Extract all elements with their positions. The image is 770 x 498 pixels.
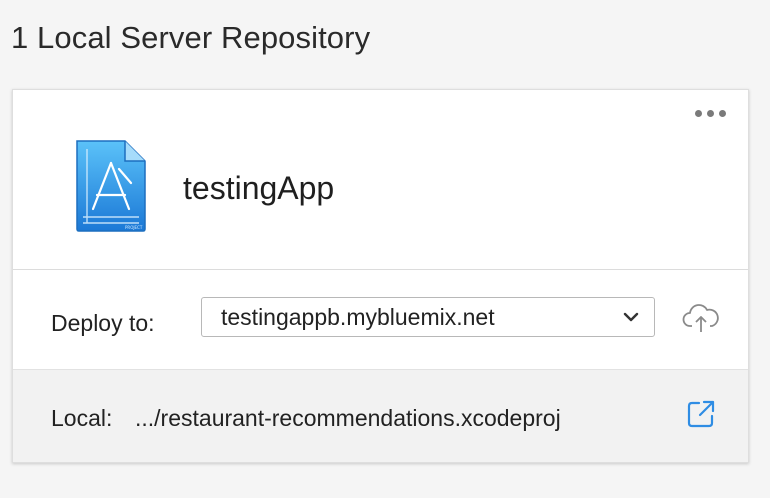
local-path: .../restaurant-recommendations.xcodeproj — [135, 405, 561, 431]
local-label: Local: — [51, 405, 113, 431]
more-ellipsis-icon — [695, 110, 702, 117]
page-title: 1 Local Server Repository — [11, 20, 371, 55]
xcode-project-icon: PROJECT — [76, 140, 146, 232]
repository-card: PROJECT testingApp Deploy to: testingapp… — [12, 89, 749, 463]
chevron-down-icon — [623, 312, 639, 322]
deploy-target-select[interactable]: testingappb.mybluemix.net — [201, 297, 655, 337]
more-options-button[interactable] — [695, 110, 726, 117]
deploy-target-value: testingappb.mybluemix.net — [221, 303, 495, 330]
divider — [13, 269, 748, 270]
cloud-upload-icon[interactable] — [682, 302, 720, 334]
svg-text:PROJECT: PROJECT — [125, 225, 143, 230]
open-external-icon[interactable] — [685, 398, 717, 430]
app-name: testingApp — [183, 170, 335, 206]
deploy-label: Deploy to: — [51, 310, 155, 336]
